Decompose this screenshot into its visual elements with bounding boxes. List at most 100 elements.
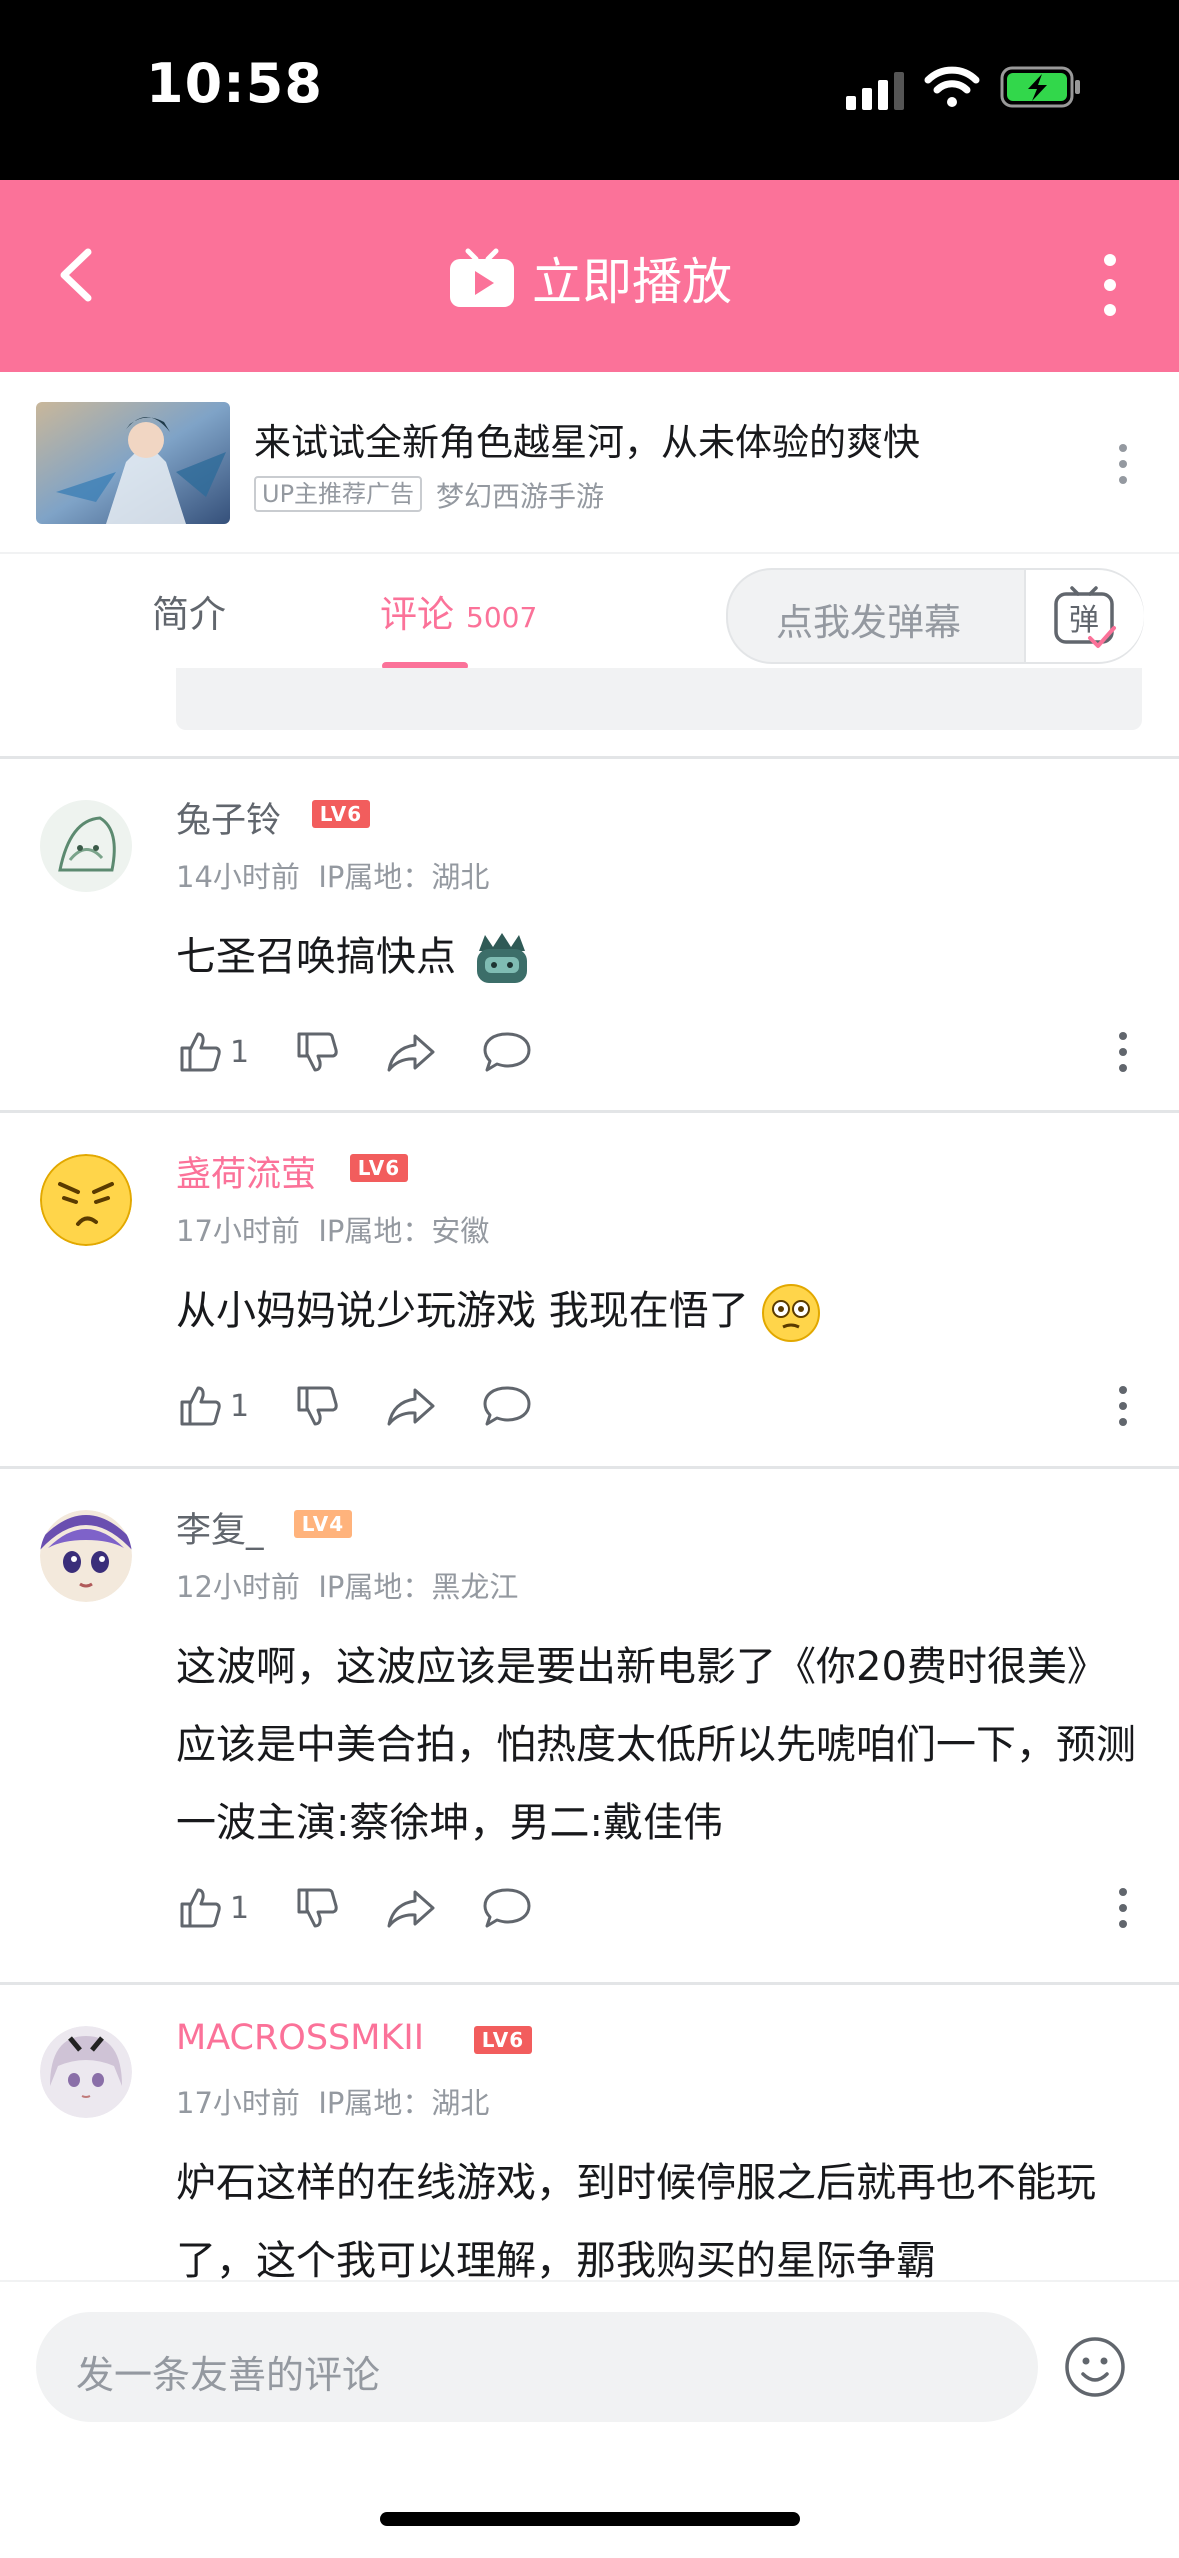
username[interactable]: MACROSSMKII <box>176 2018 424 2058</box>
comment-meta: 12小时前 IP属地：黑龙江 <box>176 1564 518 1606</box>
like-count: 1 <box>230 1388 250 1424</box>
ad-title[interactable]: 来试试全新角色越星河，从未体验的爽快 <box>254 412 920 466</box>
reply-button[interactable] <box>481 1884 533 1932</box>
comment-time: 17小时前 <box>176 1214 300 1248</box>
ad-more-icon[interactable] <box>1116 442 1130 486</box>
comment-time: 14小时前 <box>176 860 300 894</box>
status-time: 10:58 <box>146 52 323 115</box>
dislike-button[interactable] <box>293 1028 341 1076</box>
comment-text: 炉石这样的在线游戏，到时候停服之后就再也不能玩了，这个我可以理解，那我购买的星际… <box>176 2144 1136 2280</box>
comment-meta: 14小时前 IP属地：湖北 <box>176 854 489 896</box>
comment-text-content: 七圣召唤搞快点 <box>176 934 456 980</box>
comment-bubble-icon <box>483 1386 531 1426</box>
danmu-toggle-button[interactable]: 弹 <box>1024 570 1144 662</box>
username[interactable]: 兔子铃 <box>176 792 281 843</box>
comment-text: 七圣召唤搞快点 <box>176 918 1136 996</box>
tab-comments-count: 5007 <box>466 601 538 634</box>
share-button[interactable] <box>385 1382 437 1430</box>
level-badge: LV6 <box>474 2026 532 2054</box>
thumbs-up-icon <box>180 1386 221 1426</box>
like-count: 1 <box>230 1034 250 1070</box>
comment-text-content: 这波啊，这波应该是要出新电影了《你20费时很美》应该是中美合拍，怕热度太低所以先… <box>176 1644 1136 1846</box>
comment-text: 这波啊，这波应该是要出新电影了《你20费时很美》应该是中美合拍，怕热度太低所以先… <box>176 1628 1136 1862</box>
comment-text-content: 从小妈妈说少玩游戏 我现在悟了 <box>176 1288 749 1334</box>
danmu-icon: 弹 <box>1054 586 1116 648</box>
ad-tag: UP主推荐广告 <box>254 476 423 512</box>
avatar[interactable] <box>40 1154 132 1246</box>
avatar[interactable] <box>40 1510 132 1602</box>
thumbs-up-icon <box>180 1032 221 1072</box>
nav-bar: 立即播放 <box>0 180 1179 372</box>
dislike-button[interactable] <box>293 1884 341 1932</box>
like-count: 1 <box>230 1890 250 1926</box>
signal-icon <box>846 72 904 110</box>
sticker-icon <box>476 933 527 983</box>
comment-actions: 1 <box>176 1878 577 1938</box>
dislike-button[interactable] <box>293 1382 341 1430</box>
comment-ip: IP属地：湖北 <box>318 2086 490 2120</box>
battery-icon <box>1000 66 1080 108</box>
comment-time: 17小时前 <box>176 2086 300 2120</box>
comment-more-icon[interactable] <box>1116 1030 1130 1074</box>
status-bar: 10:58 <box>0 0 1179 180</box>
tab-intro[interactable]: 简介 <box>152 584 226 638</box>
avatar[interactable] <box>40 800 132 892</box>
dizzy-emoji-icon <box>762 1284 821 1342</box>
ad-banner[interactable]: 来试试全新角色越星河，从未体验的爽快 UP主推荐广告 梦幻西游手游 <box>0 372 1179 552</box>
comment-meta: 17小时前 IP属地：安徽 <box>176 1208 489 1250</box>
comment-actions: 1 <box>176 1022 577 1082</box>
comment-actions: 1 <box>176 1376 577 1436</box>
comment-input[interactable]: 发一条友善的评论 <box>36 2312 1038 2422</box>
comment-bubble-icon <box>483 1888 531 1928</box>
like-button[interactable]: 1 <box>176 1028 249 1076</box>
play-now-button[interactable]: 立即播放 <box>448 238 732 318</box>
danmu-button-label: 弹 <box>1069 603 1099 638</box>
share-button[interactable] <box>385 1884 437 1932</box>
username[interactable]: 李复_ <box>176 1502 264 1553</box>
level-badge: LV4 <box>294 1510 352 1538</box>
previous-reply-box <box>0 668 1179 758</box>
share-icon <box>387 1890 435 1928</box>
like-button[interactable]: 1 <box>176 1382 249 1430</box>
thumbs-up-icon <box>180 1888 221 1928</box>
ad-thumbnail[interactable] <box>36 402 230 524</box>
tab-comments-label: 评论 <box>380 593 454 636</box>
danmu-placeholder: 点我发弹幕 <box>776 601 961 644</box>
comment-text-content: 炉石这样的在线游戏，到时候停服之后就再也不能玩了，这个我可以理解，那我购买的星际… <box>176 2160 1096 2280</box>
divider <box>0 1110 1179 1113</box>
reply-button[interactable] <box>481 1028 533 1076</box>
ad-source: 梦幻西游手游 <box>436 480 605 513</box>
home-indicator <box>380 2512 800 2526</box>
tab-comments[interactable]: 评论 5007 <box>380 584 537 638</box>
reply-preview-box <box>176 668 1142 730</box>
wifi-icon <box>924 66 980 107</box>
like-button[interactable]: 1 <box>176 1884 249 1932</box>
danmu-input[interactable]: 点我发弹幕 弹 <box>726 568 1144 664</box>
thumbs-down-icon <box>297 1032 338 1072</box>
comment-time: 12小时前 <box>176 1570 300 1604</box>
more-vertical-icon[interactable] <box>1098 250 1122 320</box>
level-badge: LV6 <box>350 1154 408 1182</box>
comment-ip: IP属地：安徽 <box>318 1214 490 1248</box>
share-icon <box>387 1388 435 1426</box>
thumbs-down-icon <box>297 1386 338 1426</box>
share-icon <box>387 1034 435 1072</box>
avatar[interactable] <box>40 2026 132 2118</box>
comment-text: 从小妈妈说少玩游戏 我现在悟了 <box>176 1272 1136 1350</box>
tab-bar: 简介 评论 5007 点我发弹幕 弹 <box>0 552 1179 670</box>
comment-ip: IP属地：湖北 <box>318 860 490 894</box>
emoji-icon[interactable] <box>1064 2336 1126 2398</box>
comment-meta: 17小时前 IP属地：湖北 <box>176 2080 489 2122</box>
comment-bubble-icon <box>483 1032 531 1072</box>
comment-more-icon[interactable] <box>1116 1384 1130 1428</box>
reply-button[interactable] <box>481 1382 533 1430</box>
nav-title-text: 立即播放 <box>532 253 732 311</box>
comment-item: MACROSSMKII LV6 17小时前 IP属地：湖北 炉石这样的在线游戏，… <box>0 1986 1179 2280</box>
share-button[interactable] <box>385 1028 437 1076</box>
thumbs-down-icon <box>297 1888 338 1928</box>
level-badge: LV6 <box>312 800 370 828</box>
comment-ip: IP属地：黑龙江 <box>318 1570 519 1604</box>
back-arrow-icon[interactable] <box>48 240 108 310</box>
comment-more-icon[interactable] <box>1116 1886 1130 1930</box>
username[interactable]: 盏荷流萤 <box>176 1146 316 1197</box>
